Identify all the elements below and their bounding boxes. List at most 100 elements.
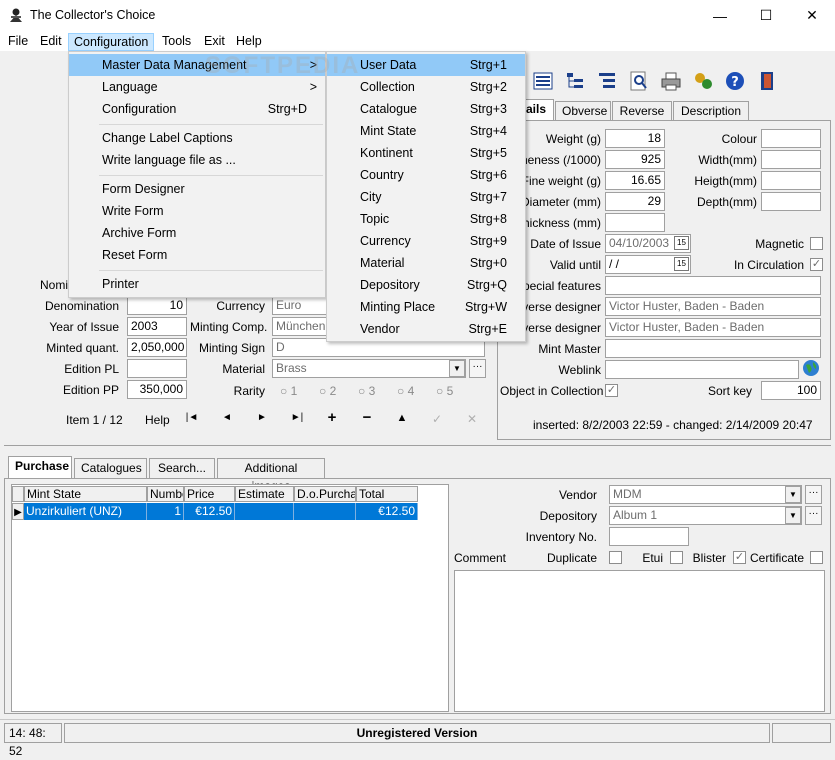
- denomination-field[interactable]: 10: [127, 296, 187, 315]
- inventory-no-field[interactable]: [609, 527, 689, 546]
- close-button[interactable]: ✕: [789, 0, 835, 31]
- menu-item-material[interactable]: Material Strg+0: [327, 252, 525, 274]
- table-row-cell-purchase-date[interactable]: [294, 503, 356, 520]
- next-record-button[interactable]: ►: [252, 412, 272, 423]
- obverse-designer-field[interactable]: Victor Huster, Baden - Baden: [605, 297, 821, 316]
- weblink-field[interactable]: [605, 360, 799, 379]
- object-in-collection-checkbox[interactable]: ✓: [605, 384, 618, 397]
- menu-item-reset-form[interactable]: Reset Form: [69, 244, 325, 266]
- column-header-purchase-date[interactable]: D.o.Purchas: [294, 486, 356, 502]
- post-record-button[interactable]: ✓: [427, 412, 447, 426]
- menu-item-write-language-file[interactable]: Write language file as ...: [69, 149, 325, 171]
- certificate-checkbox[interactable]: [810, 551, 823, 564]
- edit-record-button[interactable]: ▲: [392, 412, 412, 424]
- rarity-radio-1[interactable]: ○ 1: [280, 384, 297, 398]
- help-link[interactable]: Help: [145, 413, 170, 427]
- in-circulation-checkbox[interactable]: ✓: [810, 258, 823, 271]
- tab-search[interactable]: Search...: [149, 458, 215, 478]
- minting-company-field[interactable]: München: [272, 317, 328, 336]
- menu-item-country[interactable]: Country Strg+6: [327, 164, 525, 186]
- globe-icon[interactable]: [802, 359, 820, 377]
- menu-item-form-designer[interactable]: Form Designer: [69, 178, 325, 200]
- menu-item-mint-state[interactable]: Mint State Strg+4: [327, 120, 525, 142]
- menu-help[interactable]: Help: [231, 33, 267, 51]
- rarity-radio-5[interactable]: ○ 5: [436, 384, 453, 398]
- exit-door-icon[interactable]: [755, 70, 779, 94]
- diameter-field[interactable]: 29: [605, 192, 665, 211]
- rarity-radio-2[interactable]: ○ 2: [319, 384, 336, 398]
- menu-edit[interactable]: Edit: [35, 33, 67, 51]
- tab-additional-images[interactable]: Additional images: [217, 458, 325, 493]
- column-header-estimate[interactable]: Estimate: [235, 486, 294, 502]
- previous-record-button[interactable]: ◄: [217, 412, 237, 423]
- menu-item-catalogue[interactable]: Catalogue Strg+3: [327, 98, 525, 120]
- rarity-radio-4[interactable]: ○ 4: [397, 384, 414, 398]
- menu-item-depository[interactable]: Depository Strg+Q: [327, 274, 525, 296]
- last-record-button[interactable]: ►|: [287, 412, 307, 423]
- table-row-cell-total[interactable]: €12.50: [356, 503, 418, 520]
- height-field[interactable]: [761, 171, 821, 190]
- minimize-button[interactable]: —: [697, 0, 743, 31]
- tab-obverse[interactable]: Obverse: [555, 101, 611, 121]
- etui-checkbox[interactable]: [670, 551, 683, 564]
- duplicate-checkbox[interactable]: [609, 551, 622, 564]
- special-features-field[interactable]: [605, 276, 821, 295]
- magnetic-checkbox[interactable]: [810, 237, 823, 250]
- calendar-icon[interactable]: 15: [674, 236, 689, 250]
- fine-weight-field[interactable]: 16.65: [605, 171, 665, 190]
- chevron-down-icon[interactable]: ▼: [785, 486, 801, 503]
- vendor-browse-button[interactable]: ···: [805, 485, 822, 504]
- menu-item-minting-place[interactable]: Minting Place Strg+W: [327, 296, 525, 318]
- delete-record-button[interactable]: −: [357, 409, 377, 426]
- rarity-radio-3[interactable]: ○ 3: [358, 384, 375, 398]
- chevron-down-icon[interactable]: ▼: [785, 507, 801, 524]
- tab-purchase[interactable]: Purchase: [8, 456, 72, 478]
- vendor-dropdown[interactable]: MDM: [609, 485, 802, 504]
- menu-item-city[interactable]: City Strg+7: [327, 186, 525, 208]
- search-icon[interactable]: [627, 70, 651, 94]
- table-row-cell-mint-state[interactable]: Unzirkuliert (UNZ): [24, 503, 147, 520]
- menu-item-printer[interactable]: Printer: [69, 273, 325, 295]
- width-field[interactable]: [761, 150, 821, 169]
- table-row-cell-estimate[interactable]: [235, 503, 294, 520]
- help-icon[interactable]: ?: [723, 70, 747, 94]
- cancel-edit-button[interactable]: ✕: [462, 412, 482, 426]
- sort-key-field[interactable]: 100: [761, 381, 821, 400]
- table-row-cell-price[interactable]: €12.50: [184, 503, 235, 520]
- add-record-button[interactable]: +: [322, 409, 342, 426]
- menu-item-kontinent[interactable]: Kontinent Strg+5: [327, 142, 525, 164]
- first-record-button[interactable]: |◄: [182, 412, 202, 423]
- depth-field[interactable]: [761, 192, 821, 211]
- minted-quantity-field[interactable]: 2,050,000: [127, 338, 187, 357]
- menu-item-change-label-captions[interactable]: Change Label Captions: [69, 127, 325, 149]
- column-header-number[interactable]: Numbe: [147, 486, 184, 502]
- calendar-icon[interactable]: 15: [674, 257, 689, 271]
- outline-view-icon[interactable]: [595, 70, 619, 94]
- reverse-designer-field[interactable]: Victor Huster, Baden - Baden: [605, 318, 821, 337]
- tab-reverse[interactable]: Reverse: [612, 101, 672, 121]
- colour-field[interactable]: [761, 129, 821, 148]
- menu-item-topic[interactable]: Topic Strg+8: [327, 208, 525, 230]
- fineness-field[interactable]: 925: [605, 150, 665, 169]
- edition-pp-field[interactable]: 350,000: [127, 380, 187, 399]
- year-of-issue-field[interactable]: 2003: [127, 317, 187, 336]
- column-header-mint-state[interactable]: Mint State: [24, 486, 147, 502]
- menu-tools[interactable]: Tools: [157, 33, 196, 51]
- thickness-field[interactable]: [605, 213, 665, 232]
- tab-catalogues[interactable]: Catalogues: [74, 458, 147, 478]
- menu-file[interactable]: File: [3, 33, 33, 51]
- column-header-price[interactable]: Price: [184, 486, 235, 502]
- menu-configuration[interactable]: Configuration: [68, 33, 155, 51]
- menu-exit[interactable]: Exit: [199, 33, 230, 51]
- currency-field[interactable]: Euro: [272, 296, 328, 315]
- menu-item-configuration[interactable]: Configuration Strg+D: [69, 98, 325, 120]
- maximize-button[interactable]: ☐: [743, 0, 789, 31]
- menu-item-write-form[interactable]: Write Form: [69, 200, 325, 222]
- tab-description[interactable]: Description: [673, 101, 749, 121]
- mint-master-field[interactable]: [605, 339, 821, 358]
- chevron-down-icon[interactable]: ▼: [449, 360, 465, 377]
- depository-browse-button[interactable]: ···: [805, 506, 822, 525]
- material-browse-button[interactable]: ···: [469, 359, 486, 378]
- menu-item-currency[interactable]: Currency Strg+9: [327, 230, 525, 252]
- tools-icon[interactable]: [691, 70, 715, 94]
